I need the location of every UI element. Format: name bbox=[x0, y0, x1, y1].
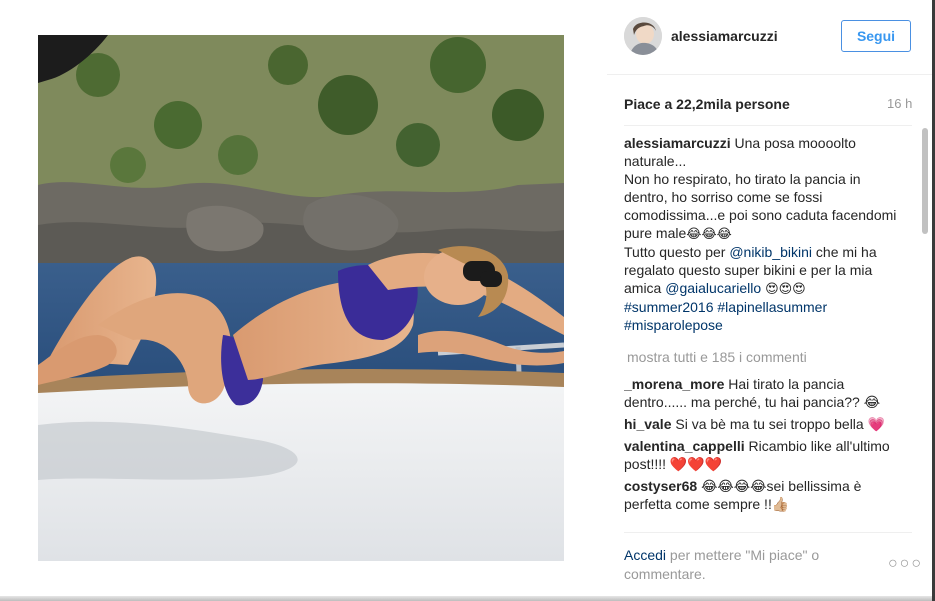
avatar[interactable] bbox=[624, 17, 662, 55]
hashtag-link[interactable]: #misparolepose bbox=[624, 317, 723, 333]
comment-text: Si va bè ma tu sei troppo bella 💗 bbox=[675, 416, 886, 432]
comment-username[interactable]: hi_vale bbox=[624, 416, 671, 432]
window-bottom-edge bbox=[0, 596, 935, 601]
comment-item: valentina_cappelli Ricambio like all'ult… bbox=[624, 437, 908, 473]
caption-text: Tutto questo per bbox=[624, 244, 726, 260]
comment-username[interactable]: costyser68 bbox=[624, 478, 697, 494]
login-link[interactable]: Accedi bbox=[624, 547, 666, 563]
post-photo bbox=[38, 35, 564, 561]
comment-username[interactable]: valentina_cappelli bbox=[624, 438, 745, 454]
follow-button[interactable]: Segui bbox=[841, 20, 911, 52]
show-all-comments-link[interactable]: mostra tutti e 185 i commenti bbox=[627, 348, 908, 366]
post-header: alessiamarcuzzi Segui bbox=[607, 0, 932, 75]
comment-item: costyser68 😂😂😂😂sei bellissima è perfetta… bbox=[624, 477, 908, 513]
post-author-username[interactable]: alessiamarcuzzi bbox=[671, 28, 778, 44]
mention-link[interactable]: @nikib_bikini bbox=[729, 244, 812, 260]
emoji-laughing: 😂😂😂 bbox=[686, 226, 732, 241]
comments-scrollbar[interactable] bbox=[922, 128, 928, 234]
likes-count[interactable]: Piace a 22,2mila persone bbox=[624, 96, 912, 112]
caption: alessiamarcuzzi Una posa moooolto natura… bbox=[624, 134, 908, 334]
post-timestamp[interactable]: 16 h bbox=[887, 96, 912, 111]
comment-username[interactable]: _morena_more bbox=[624, 376, 724, 392]
hashtag-link[interactable]: #summer2016 bbox=[624, 299, 714, 315]
caption-text: Non ho respirato, ho tirato la pancia in… bbox=[624, 171, 897, 241]
comment-item: _morena_more Hai tirato la pancia dentro… bbox=[624, 375, 908, 411]
comments-list: alessiamarcuzzi Una posa moooolto natura… bbox=[624, 134, 908, 530]
emoji-heart-eyes: 😍😍😍 bbox=[765, 281, 806, 296]
hashtag-link[interactable]: #lapinellasummer bbox=[717, 299, 827, 315]
caption-username[interactable]: alessiamarcuzzi bbox=[624, 135, 731, 151]
mention-link[interactable]: @gaialucariello bbox=[665, 280, 761, 296]
post-side-panel: alessiamarcuzzi Segui Piace a 22,2mila p… bbox=[607, 0, 932, 601]
post-dialog: alessiamarcuzzi Segui Piace a 22,2mila p… bbox=[0, 0, 935, 601]
login-prompt: Accedi per mettere "Mi piace" o commenta… bbox=[624, 546, 854, 584]
divider bbox=[624, 125, 912, 126]
comment-item: hi_vale Si va bè ma tu sei troppo bella … bbox=[624, 415, 908, 433]
more-horizontal-icon[interactable]: ○○○ bbox=[888, 555, 923, 573]
divider bbox=[624, 532, 912, 533]
